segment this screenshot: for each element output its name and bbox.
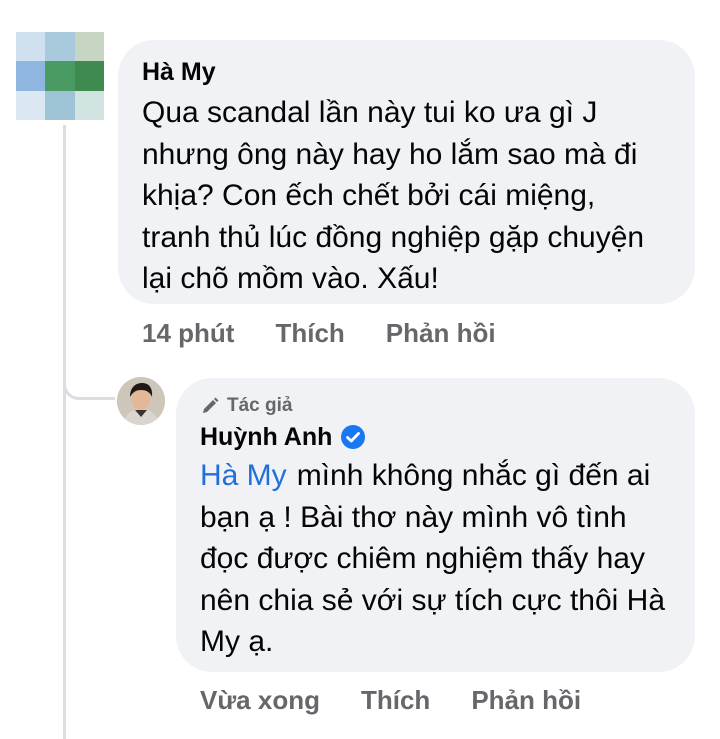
author-avatar[interactable] xyxy=(117,377,165,425)
reply-connector xyxy=(63,380,115,400)
verified-badge-icon xyxy=(340,424,366,450)
comment-text: Qua scandal lần này tui ko ưa gì J nhưng… xyxy=(142,96,645,295)
avatar-pixel xyxy=(74,32,104,62)
avatar-pixel xyxy=(16,32,46,62)
avatar-pixel xyxy=(45,90,75,120)
reply-author[interactable]: Huỳnh Anh xyxy=(200,422,332,452)
avatar-pixel xyxy=(74,90,104,120)
avatar-pixel xyxy=(74,61,104,91)
reply-timestamp[interactable]: Vừa xong xyxy=(200,685,320,716)
thread-line xyxy=(63,125,66,739)
avatar-pixel xyxy=(45,61,75,91)
comment-timestamp[interactable]: 14 phút xyxy=(142,318,234,349)
comment-author[interactable]: Hà My xyxy=(142,57,671,87)
commenter-avatar[interactable] xyxy=(16,32,104,120)
reply-text-block: Hà My mình không nhắc gì đến ai bạn ạ ! B… xyxy=(200,455,671,663)
like-button[interactable]: Thích xyxy=(275,318,344,349)
reply-actions: Vừa xong Thích Phản hồi xyxy=(200,685,622,716)
person-photo-icon xyxy=(117,377,165,425)
reply-like-button[interactable]: Thích xyxy=(361,685,430,716)
author-badge: Tác giả xyxy=(200,395,671,417)
reply-bubble: Tác giả Huỳnh Anh Hà My mình không nhắc g… xyxy=(176,378,695,672)
reply-author-row: Huỳnh Anh xyxy=(200,422,671,452)
pencil-icon xyxy=(203,397,219,413)
avatar-pixel xyxy=(16,61,46,91)
avatar-pixel xyxy=(45,32,75,62)
author-badge-label: Tác giả xyxy=(227,395,293,416)
mention-link[interactable]: Hà My xyxy=(200,459,287,492)
comment-actions: 14 phút Thích Phản hồi xyxy=(142,318,537,349)
comment-bubble: Hà My Qua scandal lần này tui ko ưa gì J… xyxy=(118,40,695,304)
reply-reply-button[interactable]: Phản hồi xyxy=(471,685,581,716)
reply-button[interactable]: Phản hồi xyxy=(386,318,496,349)
avatar-pixel xyxy=(16,90,46,120)
